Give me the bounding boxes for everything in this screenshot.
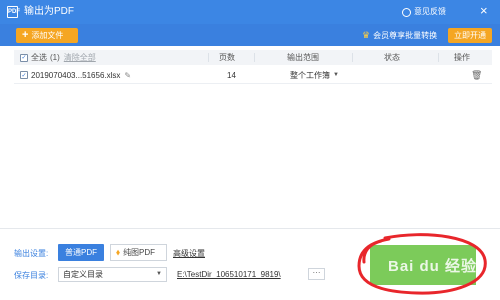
add-file-label: 添加文件 xyxy=(31,31,64,40)
window-title: 输出为PDF xyxy=(24,6,74,17)
close-icon[interactable]: × xyxy=(480,3,488,19)
column-header-status: 状态 xyxy=(384,53,400,62)
image-pdf-icon: ⬧ xyxy=(116,247,121,257)
feedback-link[interactable]: 意见反馈 xyxy=(402,5,446,19)
pdf-app-icon: PDF xyxy=(7,6,20,18)
normal-pdf-button[interactable]: 普通PDF xyxy=(58,244,104,261)
select-all-cell[interactable]: ✓ 全选 (1) 清除全部 xyxy=(20,50,96,65)
column-header-pages: 页数 xyxy=(219,53,235,62)
clear-all-link[interactable]: 清除全部 xyxy=(64,52,96,63)
title-bar: PDF 输出为PDF 意见反馈 × xyxy=(0,0,500,24)
vip-batch-convert: ♛ 会员尊享批量转换 xyxy=(362,28,437,43)
row-checkbox[interactable]: ✓ xyxy=(20,71,28,79)
trash-icon: 🗑 xyxy=(471,69,483,80)
column-header-actions: 操作 xyxy=(454,53,470,62)
advanced-settings-link[interactable]: 高级设置 xyxy=(173,248,205,259)
output-settings-label: 输出设置: xyxy=(14,249,49,258)
save-dir-label: 保存目录: xyxy=(14,271,49,280)
edit-icon[interactable]: ✎ xyxy=(124,71,131,80)
select-all-label: 全选 xyxy=(31,53,47,62)
open-vip-button[interactable]: 立即开通 xyxy=(448,28,492,43)
vip-label: 会员尊享批量转换 xyxy=(373,31,438,40)
delete-button[interactable]: 🗑 xyxy=(471,67,482,83)
feedback-icon xyxy=(402,7,411,17)
feedback-label: 意见反馈 xyxy=(414,7,446,16)
file-name: 2019070403...51656.xlsx xyxy=(31,70,121,80)
chevron-down-icon: ▼ xyxy=(333,72,339,78)
column-divider xyxy=(208,53,209,62)
add-file-button[interactable]: + 添加文件 xyxy=(16,28,78,43)
baidu-watermark: Bai du 经验 xyxy=(388,258,478,275)
column-divider xyxy=(352,53,353,62)
plus-icon: + xyxy=(22,29,29,41)
file-cell: ✓ 2019070403...51656.xlsx ✎ xyxy=(20,67,131,83)
browse-button[interactable]: ··· xyxy=(308,268,325,280)
column-header-range: 输出范围 xyxy=(287,53,319,62)
select-all-checkbox[interactable]: ✓ xyxy=(20,53,28,62)
save-dir-value: 自定义目录 xyxy=(63,270,103,279)
column-divider xyxy=(438,53,439,62)
image-pdf-label: 纯图PDF xyxy=(123,248,156,257)
table-row: ✓ 2019070403...51656.xlsx ✎ 14 整个工作簿 ▼ 🗑 xyxy=(14,67,492,84)
range-value: 整个工作簿 xyxy=(290,70,330,80)
crown-icon: ♛ xyxy=(362,30,371,40)
pages-value: 14 xyxy=(227,70,236,80)
toolbar: + 添加文件 ♛ 会员尊享批量转换 立即开通 xyxy=(0,24,500,46)
chevron-down-icon: ▼ xyxy=(156,271,162,277)
range-dropdown[interactable]: 整个工作簿 ▼ xyxy=(290,67,339,83)
save-dir-select[interactable]: 自定义目录 ▼ xyxy=(58,267,167,282)
column-divider xyxy=(254,53,255,62)
image-pdf-button[interactable]: ⬧ 纯图PDF xyxy=(110,244,167,261)
selected-count: (1) xyxy=(50,53,60,62)
save-path-link[interactable]: E:\TestDir_106510171_9819\ xyxy=(177,270,281,279)
table-header: ✓ 全选 (1) 清除全部 页数 输出范围 状态 操作 xyxy=(14,50,492,65)
